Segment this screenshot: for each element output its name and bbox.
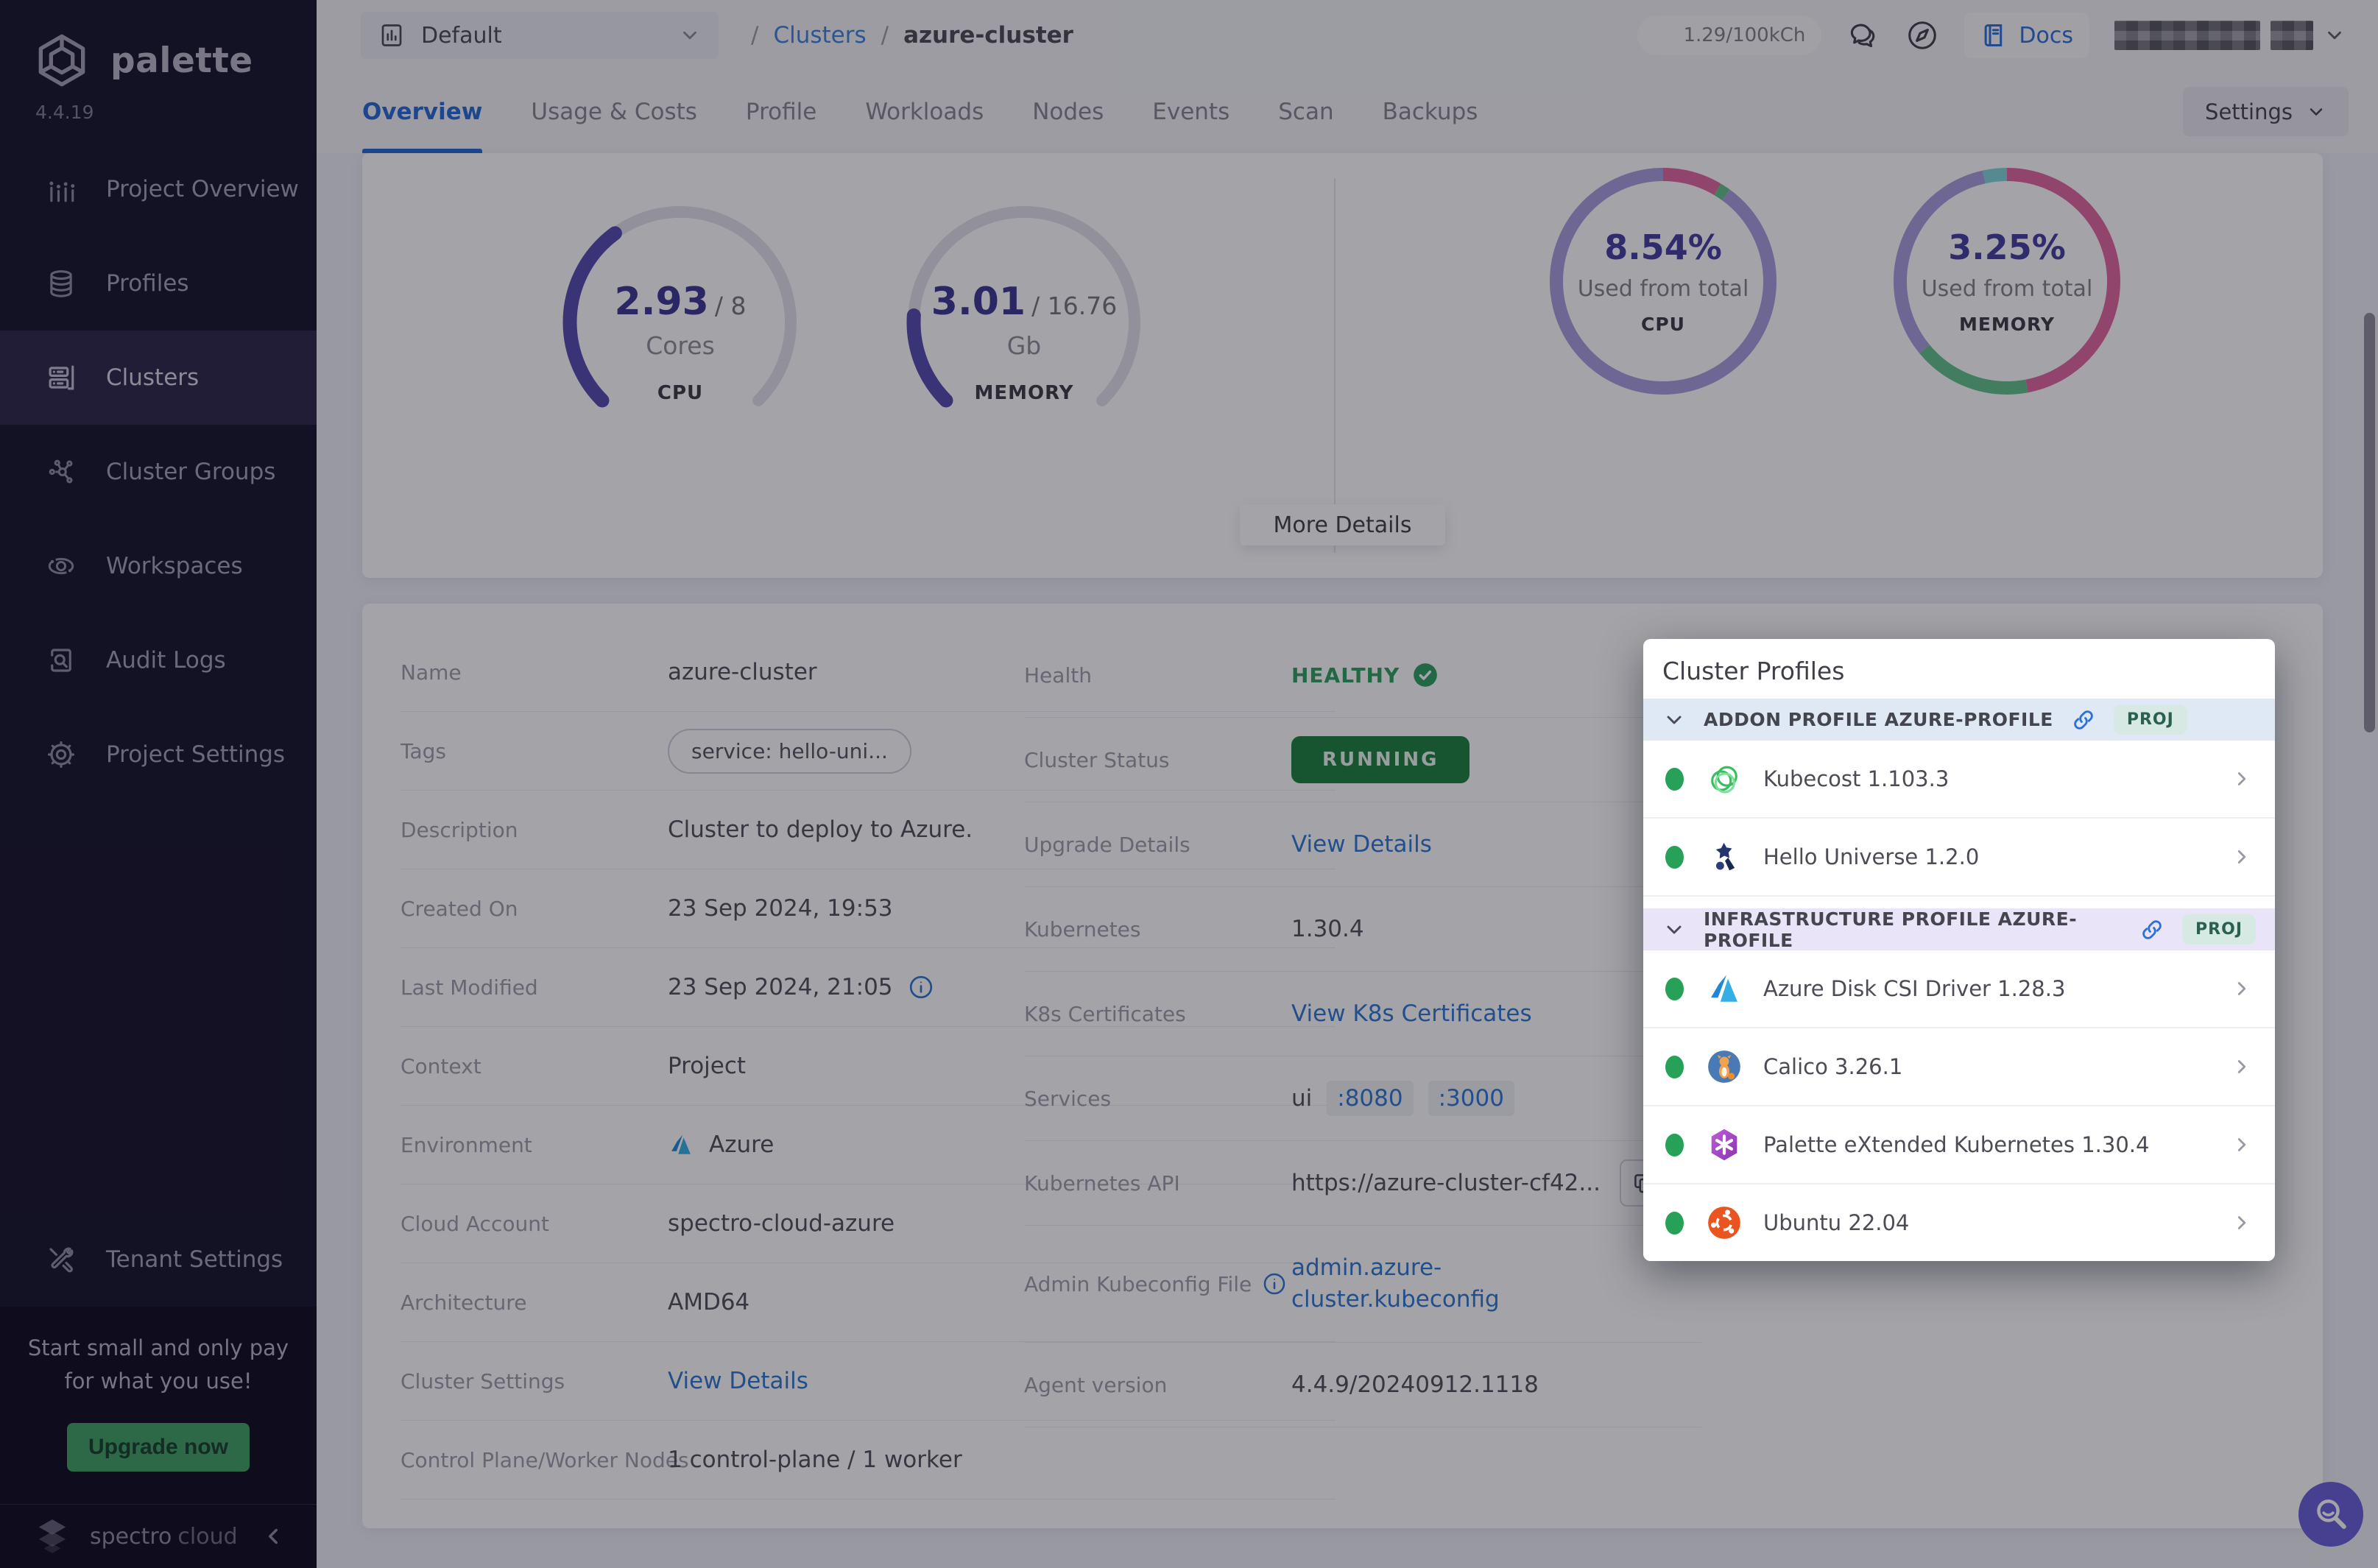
profile-item-pxk[interactable]: Palette eXtended Kubernetes 1.30.4 — [1643, 1106, 2275, 1184]
kubecost-icon — [1706, 760, 1743, 797]
palette-app: palette 4.4.19 Project OverviewProfilesC… — [0, 0, 2378, 1568]
profile-item-kubecost[interactable]: Kubecost 1.103.3 — [1643, 741, 2275, 819]
proj-badge: PROJ — [2182, 914, 2256, 944]
section-gap — [1643, 897, 2275, 908]
profile-item-azure[interactable]: Azure Disk CSI Driver 1.28.3 — [1643, 950, 2275, 1028]
profile-item-calico[interactable]: Calico 3.26.1 — [1643, 1028, 2275, 1106]
profile-item-ubuntu[interactable]: Ubuntu 22.04 — [1643, 1184, 2275, 1261]
cluster-profiles-sections: ADDON PROFILE AZURE-PROFILE PROJ Kubecost … — [1643, 699, 2275, 1261]
ubuntu-icon — [1706, 1204, 1743, 1241]
status-dot — [1665, 1134, 1684, 1156]
chevron-down-icon — [1662, 708, 1686, 732]
profile-section-title: ADDON PROFILE AZURE-PROFILE — [1704, 709, 2053, 730]
chevron-right-icon — [2231, 1134, 2253, 1156]
status-dot — [1665, 1056, 1684, 1078]
profile-section-header-infrastructure[interactable]: INFRASTRUCTURE PROFILE AZURE-PROFILE PROJ — [1643, 908, 2275, 950]
chevron-down-icon — [1662, 918, 1686, 942]
cluster-profiles-title: Cluster Profiles — [1643, 639, 2275, 699]
chevron-right-icon — [2231, 846, 2253, 868]
status-dot — [1665, 1212, 1684, 1235]
pxk-icon — [1706, 1126, 1743, 1163]
profile-item-name: Hello Universe 1.2.0 — [1763, 844, 1979, 869]
calico-icon — [1706, 1048, 1743, 1085]
profile-item-name: Ubuntu 22.04 — [1763, 1210, 1909, 1235]
hello-universe-icon — [1706, 838, 1743, 875]
profile-section-header-addon[interactable]: ADDON PROFILE AZURE-PROFILE PROJ — [1643, 699, 2275, 741]
profile-item-name: Palette eXtended Kubernetes 1.30.4 — [1763, 1132, 2149, 1157]
profile-item-name: Azure Disk CSI Driver 1.28.3 — [1763, 976, 2065, 1001]
profile-item-name: Calico 3.26.1 — [1763, 1054, 1902, 1079]
link-icon — [2139, 917, 2164, 942]
status-dot — [1665, 978, 1684, 1000]
chevron-right-icon — [2231, 768, 2253, 790]
chevron-right-icon — [2231, 1056, 2253, 1078]
status-dot — [1665, 846, 1684, 869]
profile-section-title: INFRASTRUCTURE PROFILE AZURE-PROFILE — [1704, 908, 2122, 951]
chevron-right-icon — [2231, 1212, 2253, 1234]
profile-item-hello-universe[interactable]: Hello Universe 1.2.0 — [1643, 819, 2275, 897]
profile-item-name: Kubecost 1.103.3 — [1763, 766, 1949, 791]
azure-icon — [1706, 970, 1743, 1007]
status-dot — [1665, 768, 1684, 791]
link-icon — [2071, 707, 2096, 732]
cluster-profiles-panel: Cluster Profiles ADDON PROFILE AZURE-PRO… — [1643, 639, 2275, 1261]
proj-badge: PROJ — [2114, 704, 2187, 735]
chevron-right-icon — [2231, 978, 2253, 1000]
